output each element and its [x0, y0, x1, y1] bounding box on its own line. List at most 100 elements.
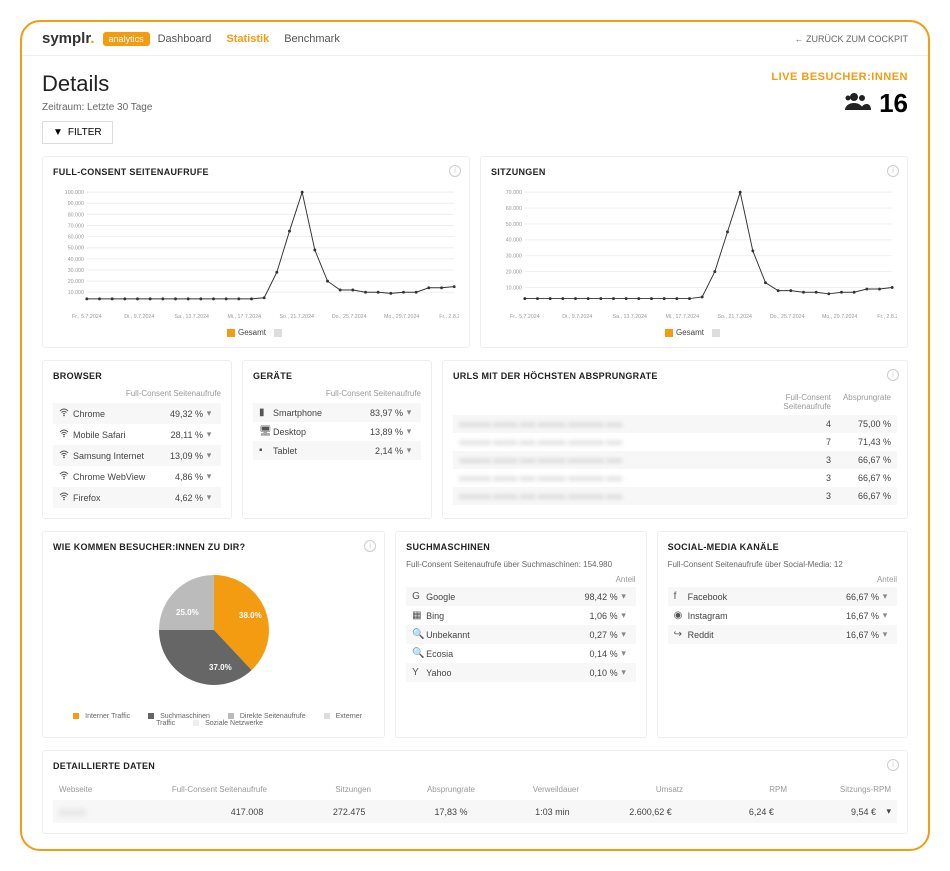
svg-text:50.000: 50.000: [506, 222, 522, 228]
chevron-down-icon[interactable]: ▾: [618, 629, 630, 640]
back-to-cockpit-link[interactable]: ← ZURÜCK ZUM COCKPIT: [795, 34, 909, 44]
svg-text:25.0%: 25.0%: [176, 608, 199, 617]
svg-text:Mo., 29.7.2024: Mo., 29.7.2024: [384, 314, 419, 320]
svg-text:40.000: 40.000: [506, 238, 522, 244]
page-title: Details: [42, 71, 152, 97]
nav-dashboard[interactable]: Dashboard: [158, 33, 212, 45]
list-item[interactable]: 🖥Desktop13,89 %▾: [253, 422, 421, 441]
table-row[interactable]: xxxxxxxx xxxxxx xxxx xxxxxxx xxxxxxxxx x…: [453, 451, 897, 469]
chevron-down-icon[interactable]: ▾: [403, 407, 415, 418]
svg-text:Di., 9.7.2024: Di., 9.7.2024: [562, 314, 592, 320]
list-item[interactable]: fFacebook66,67 %▾: [668, 587, 897, 606]
svg-text:20.000: 20.000: [68, 279, 84, 285]
chevron-down-icon[interactable]: ▾: [203, 408, 215, 419]
svg-text:Fr., 5.7.2024: Fr., 5.7.2024: [72, 314, 102, 320]
row-icon: [59, 491, 73, 504]
svg-text:10.000: 10.000: [68, 290, 84, 296]
analytics-badge: analytics: [103, 32, 150, 46]
list-item[interactable]: Chrome49,32 %▾: [53, 403, 221, 424]
chevron-down-icon[interactable]: ▾: [618, 610, 630, 621]
chevron-down-icon[interactable]: ▾: [203, 471, 215, 482]
pageviews-chart: 10.00020.00030.00040.00050.00060.00070.0…: [53, 185, 459, 325]
list-item[interactable]: ◉Instagram16,67 %▾: [668, 606, 897, 625]
svg-text:Mo., 29.7.2024: Mo., 29.7.2024: [822, 314, 857, 320]
list-item[interactable]: GGoogle98,42 %▾: [406, 587, 635, 606]
row-icon: f: [674, 591, 688, 602]
chevron-down-icon[interactable]: ▾: [618, 648, 630, 659]
live-count: 16: [879, 88, 908, 119]
list-item[interactable]: YYahoo0,10 %▾: [406, 663, 635, 682]
svg-text:80.000: 80.000: [68, 212, 84, 218]
svg-text:30.000: 30.000: [68, 268, 84, 274]
row-icon: ▦: [412, 610, 426, 621]
list-item[interactable]: ▦Bing1,06 %▾: [406, 606, 635, 625]
svg-text:20.000: 20.000: [506, 270, 522, 276]
date-range: Zeitraum: Letzte 30 Tage: [42, 102, 152, 113]
svg-text:60.000: 60.000: [506, 206, 522, 212]
list-item[interactable]: ↪Reddit16,67 %▾: [668, 625, 897, 644]
chevron-down-icon[interactable]: ▾: [879, 610, 891, 621]
chevron-down-icon[interactable]: ▾: [879, 591, 891, 602]
info-icon[interactable]: i: [887, 165, 899, 177]
chevron-down-icon[interactable]: ▾: [403, 426, 415, 437]
svg-text:90.000: 90.000: [68, 201, 84, 207]
row-icon: [59, 470, 73, 483]
svg-text:37.0%: 37.0%: [209, 663, 232, 672]
chevron-down-icon[interactable]: ▾: [403, 445, 415, 456]
list-item[interactable]: ▮Smartphone83,97 %▾: [253, 403, 421, 422]
sources-pie-chart: 38.0% 37.0% 25.0%: [129, 560, 299, 700]
row-icon: G: [412, 591, 426, 602]
nav-benchmark[interactable]: Benchmark: [284, 33, 340, 45]
chevron-down-icon[interactable]: ▾: [203, 429, 215, 440]
social-card: SOCIAL-MEDIA KANÄLE Full-Consent Seitena…: [657, 531, 908, 738]
topbar: symplr. analytics Dashboard Statistik Be…: [22, 22, 928, 56]
chevron-down-icon[interactable]: ▾: [879, 629, 891, 640]
table-row[interactable]: xxxxxxxx xxxxxx xxxx xxxxxxx xxxxxxxxx x…: [453, 415, 897, 433]
svg-text:Fr., 5.7.2024: Fr., 5.7.2024: [510, 314, 540, 320]
brand: symplr. analytics Dashboard Statistik Be…: [42, 30, 340, 47]
row-icon: 🖥: [259, 426, 273, 437]
svg-text:Sa., 13.7.2024: Sa., 13.7.2024: [613, 314, 648, 320]
filter-button[interactable]: ▼ FILTER: [42, 121, 113, 144]
svg-text:Fr., 2.8.2024: Fr., 2.8.2024: [439, 314, 459, 320]
chevron-down-icon[interactable]: ▾: [203, 450, 215, 461]
table-row[interactable]: xxxxxxxx xxxxxx xxxx xxxxxxx xxxxxxxxx x…: [453, 487, 897, 505]
main-nav: Dashboard Statistik Benchmark: [158, 33, 340, 45]
chart-title: SITZUNGEN: [491, 167, 897, 177]
list-item[interactable]: Mobile Safari28,11 %▾: [53, 424, 221, 445]
list-item[interactable]: Chrome WebView4,86 %▾: [53, 466, 221, 487]
svg-text:Fr., 2.8.2024: Fr., 2.8.2024: [877, 314, 897, 320]
svg-text:30.000: 30.000: [506, 254, 522, 260]
row-icon: [59, 407, 73, 420]
svg-text:50.000: 50.000: [68, 246, 84, 252]
row-icon: 🔍: [412, 629, 426, 640]
table-row[interactable]: xxxxxxxx xxxxxx xxxx xxxxxxx xxxxxxxxx x…: [453, 433, 897, 451]
list-item[interactable]: Firefox4,62 %▾: [53, 487, 221, 508]
list-item[interactable]: 🔍Ecosia0,14 %▾: [406, 644, 635, 663]
list-item[interactable]: Samsung Internet13,09 %▾: [53, 445, 221, 466]
table-row[interactable]: xxxxxxxx xxxxxx xxxx xxxxxxx xxxxxxxxx x…: [453, 469, 897, 487]
list-item[interactable]: ▪Tablet2,14 %▾: [253, 441, 421, 460]
filter-icon: ▼: [53, 127, 63, 138]
svg-text:Do., 25.7.2024: Do., 25.7.2024: [770, 314, 805, 320]
urls-card: i URLS MIT DER HÖCHSTEN ABSPRUNGRATE Ful…: [442, 360, 908, 519]
row-icon: ◉: [674, 610, 688, 621]
sessions-chart-card: i SITZUNGEN 10.00020.00030.00040.00050.0…: [480, 156, 908, 348]
svg-text:40.000: 40.000: [68, 257, 84, 263]
row-icon: Y: [412, 667, 426, 678]
list-item[interactable]: 🔍Unbekannt0,27 %▾: [406, 625, 635, 644]
info-icon[interactable]: i: [887, 369, 899, 381]
row-icon: [59, 428, 73, 441]
chevron-down-icon[interactable]: ▾: [203, 492, 215, 503]
live-label: LIVE BESUCHER:INNEN: [771, 71, 908, 83]
nav-statistik[interactable]: Statistik: [226, 33, 269, 45]
info-icon[interactable]: i: [887, 759, 899, 771]
info-icon[interactable]: i: [364, 540, 376, 552]
svg-text:Mi., 17.7.2024: Mi., 17.7.2024: [665, 314, 699, 320]
chevron-down-icon[interactable]: ▾: [876, 806, 891, 817]
live-visitors: LIVE BESUCHER:INNEN 16: [771, 71, 908, 119]
pageviews-chart-card: i FULL-CONSENT SEITENAUFRUFE 10.00020.00…: [42, 156, 470, 348]
chevron-down-icon[interactable]: ▾: [618, 591, 630, 602]
chevron-down-icon[interactable]: ▾: [618, 667, 630, 678]
info-icon[interactable]: i: [449, 165, 461, 177]
